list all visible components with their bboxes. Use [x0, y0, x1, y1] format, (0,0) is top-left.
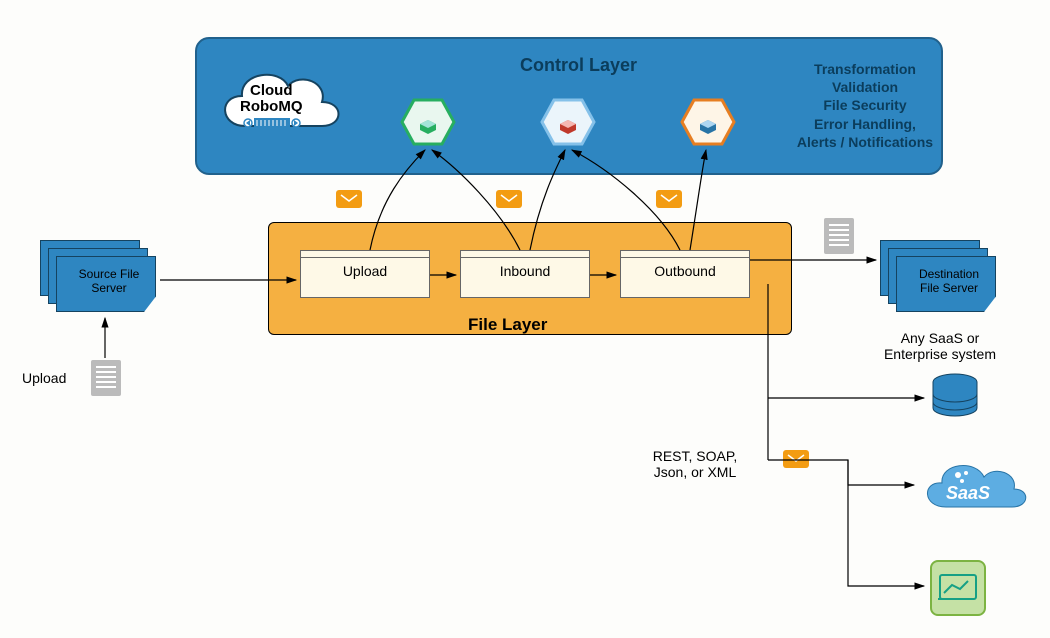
hex-module-green — [400, 98, 456, 146]
stage-upload-label: Upload — [343, 263, 387, 279]
stage-upload: Upload — [300, 250, 430, 298]
document-icon — [91, 360, 121, 396]
database-icon — [930, 372, 980, 422]
control-features-list: Transformation Validation File Security … — [790, 60, 940, 151]
hex-module-blue — [680, 98, 736, 146]
hex-module-red — [540, 98, 596, 146]
control-layer-title: Control Layer — [520, 55, 637, 76]
cloud-connector-icon — [242, 116, 302, 130]
source-file-server: Source File Server — [40, 240, 160, 310]
stage-outbound-label: Outbound — [654, 263, 716, 279]
file-layer-title: File Layer — [468, 315, 547, 335]
source-server-label: Source File Server — [62, 268, 156, 296]
cloud-label-2: RoboMQ — [240, 98, 302, 115]
stage-outbound: Outbound — [620, 250, 750, 298]
stage-inbound-label: Inbound — [500, 263, 551, 279]
saas-cloud-label: SaaS — [946, 483, 990, 504]
envelope-icon — [783, 450, 809, 468]
cloud-label-1: Cloud — [250, 82, 293, 99]
document-icon — [824, 218, 854, 254]
destination-note: Any SaaS or Enterprise system — [870, 330, 1010, 362]
cloud-robomq-icon: Cloud RoboMQ — [210, 58, 350, 142]
envelope-icon — [656, 190, 682, 208]
envelope-icon — [336, 190, 362, 208]
protocols-label: REST, SOAP, Json, or XML — [635, 448, 755, 480]
analytics-icon — [930, 560, 986, 616]
saas-cloud-icon: SaaS — [918, 455, 1028, 515]
destination-file-server: Destination File Server — [880, 240, 1000, 310]
destination-server-label: Destination File Server — [902, 268, 996, 296]
upload-label: Upload — [22, 370, 66, 386]
envelope-icon — [496, 190, 522, 208]
stage-inbound: Inbound — [460, 250, 590, 298]
